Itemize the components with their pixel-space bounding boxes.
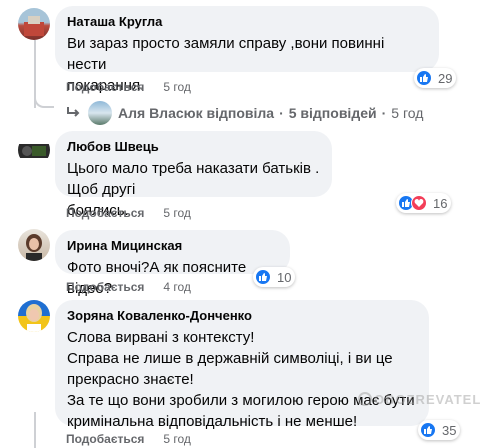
comment-text: Слова вирвані з контексту! — [67, 329, 255, 346]
watermark: OBOZREVATEL — [358, 392, 481, 407]
comment-bubble: Ирина Мицинская Фото вночі?А як поясните… — [55, 230, 290, 297]
reply-author: Аля Власюк — [118, 105, 203, 121]
comment-author[interactable]: Зоряна Коваленко-Донченко — [67, 308, 417, 324]
comment-text: прекрасно знаєте! — [67, 371, 194, 388]
avatar[interactable] — [18, 300, 50, 332]
reply-count: 5 відповідей — [288, 105, 377, 121]
like-icon — [420, 422, 436, 438]
comment-timestamp[interactable]: 4 год — [163, 280, 191, 294]
avatar[interactable] — [18, 229, 50, 261]
avatar-photo — [24, 16, 44, 36]
comment-author[interactable]: Любов Швець — [67, 139, 320, 155]
avatar-photo — [18, 144, 50, 158]
watermark-text: OBOZREVATEL — [374, 392, 482, 407]
comment-bubble: Любов Швець Цього мало треба наказати ба… — [55, 131, 332, 219]
like-button[interactable]: Подобається — [66, 80, 144, 94]
comment-bubble: Наташа Кругла Ви зараз просто замяли спр… — [55, 6, 439, 94]
reactions-summary[interactable]: 16 — [396, 193, 452, 213]
like-icon — [255, 269, 271, 285]
watermark-logo-icon — [358, 392, 372, 406]
comment-author[interactable]: Ирина Мицинская — [67, 238, 278, 254]
reply-separator: · — [279, 105, 284, 121]
comment-actions: Подобається 5 год — [66, 80, 191, 94]
comment-timestamp[interactable]: 5 год — [163, 206, 191, 220]
like-button[interactable]: Подобається — [66, 280, 144, 294]
reply-connector — [34, 96, 54, 108]
comment-timestamp[interactable]: 5 год — [163, 80, 191, 94]
avatar-photo — [26, 304, 42, 332]
reactions-count: 29 — [438, 70, 453, 86]
love-icon — [411, 195, 427, 211]
comment-actions: Подобається 5 год — [66, 206, 191, 220]
comment-bubble: Зоряна Коваленко-Донченко Слова вирвані … — [55, 300, 429, 430]
reactions-count: 35 — [442, 422, 457, 438]
comment-author[interactable]: Наташа Кругла — [67, 14, 427, 30]
reply-avatar — [88, 101, 112, 125]
view-replies-link[interactable]: Аля Власюк відповіла · 5 відповідей · 5 … — [66, 101, 423, 125]
reactions-summary[interactable]: 29 — [414, 68, 457, 88]
avatar-photo — [26, 234, 42, 261]
comment-text: Справа не лише в державній символіці, і … — [67, 350, 393, 367]
reply-time: 5 год — [391, 105, 424, 121]
comment-timestamp[interactable]: 5 год — [163, 432, 191, 446]
comment-text: кримінальна відповідальність і не менше! — [67, 413, 358, 430]
reply-verb: відповіла — [206, 105, 275, 121]
like-button[interactable]: Подобається — [66, 432, 144, 446]
reply-arrow-icon — [66, 105, 80, 121]
reactions-count: 10 — [277, 269, 292, 285]
reactions-summary[interactable]: 10 — [253, 267, 296, 287]
avatar[interactable] — [18, 134, 50, 166]
thread-line — [34, 412, 36, 448]
comment-actions: Подобається 4 год — [66, 280, 191, 294]
reactions-summary[interactable]: 35 — [418, 420, 461, 440]
reply-separator: · — [381, 105, 387, 121]
reactions-count: 16 — [433, 195, 448, 211]
comment-text: Ви зараз просто замяли справу ,вони пови… — [67, 35, 385, 73]
like-icon — [416, 70, 432, 86]
comment-text: Цього мало треба наказати батьків . Щоб … — [67, 160, 320, 198]
avatar[interactable] — [18, 8, 50, 40]
like-button[interactable]: Подобається — [66, 206, 144, 220]
comment-actions: Подобається 5 год — [66, 432, 191, 446]
